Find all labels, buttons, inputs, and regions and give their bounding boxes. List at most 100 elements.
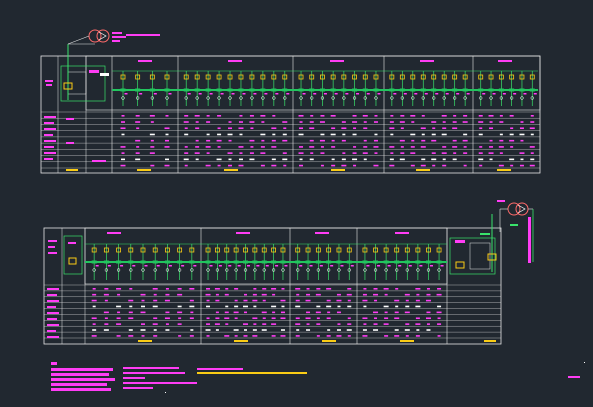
upper-cell-27-4	[431, 139, 437, 142]
upper-cell-25-5	[410, 146, 415, 148]
upper-incomer-tag	[89, 70, 99, 73]
upper-cell-7-4	[206, 139, 211, 142]
upper-cell-11-5	[250, 146, 254, 148]
upper-cell-22-1	[373, 121, 378, 123]
lower-feeder-tag-32	[440, 265, 444, 267]
lower-cell-22-7	[327, 329, 331, 331]
upper-cell-34-3	[509, 133, 514, 136]
upper-cell-2-5	[136, 146, 140, 148]
upper-cell-3-1	[150, 121, 154, 123]
upper-cell-19-7	[341, 158, 346, 161]
lower-cell-15-3	[253, 305, 257, 308]
upper-feeder-node-1	[120, 88, 126, 92]
upper-feeder-tag-19	[345, 93, 349, 95]
upper-feeder-tag-32	[492, 93, 496, 95]
lower-cell-5-6	[141, 323, 145, 325]
upper-feeder-node-31	[478, 88, 484, 92]
upper-cell-35-8	[519, 164, 524, 167]
upper-cell-23-6	[390, 152, 394, 154]
lower-feeder-node-9	[189, 260, 195, 264]
upper-cell-31-7	[478, 158, 484, 161]
upper-feeder-tag-2	[139, 93, 143, 95]
notes-highlight-a	[197, 368, 243, 370]
upper-feeder-tag-21	[366, 93, 370, 95]
upper-cell-34-2	[510, 127, 514, 130]
upper-cell-10-7	[238, 158, 243, 161]
lower-cell-1-7	[92, 329, 97, 331]
lower-cell-1-6	[92, 323, 96, 325]
lower-cell-4-0	[129, 288, 133, 290]
upper-cell-2-7	[135, 158, 141, 161]
notes-heading	[51, 362, 57, 365]
lower-cell-6-2	[153, 299, 158, 302]
cad-drawing-canvas[interactable]	[0, 0, 593, 407]
upper-cell-23-0	[390, 115, 394, 117]
notes-line-3	[51, 378, 115, 381]
drawing-svg[interactable]	[0, 0, 593, 407]
lower-feeder-node-25	[362, 260, 368, 264]
upper-feeder-tag-3	[153, 93, 157, 95]
lower-cell-13-7	[233, 329, 239, 331]
upper-feeder-tag-27	[435, 93, 439, 95]
lower-cell-12-3	[225, 305, 229, 308]
lower-cell-17-6	[271, 323, 277, 325]
upper-cell-30-3	[463, 133, 468, 136]
upper-cell-20-1	[352, 121, 358, 123]
lower-cell-14-8	[243, 335, 248, 337]
upper-cell-11-2	[250, 127, 254, 130]
upper-cell-28-0	[441, 115, 447, 117]
lower-cell-16-2	[262, 299, 266, 302]
upper-cell-30-5	[463, 146, 467, 148]
lower-cell-14-3	[243, 305, 248, 308]
lower-cell-16-0	[262, 288, 267, 290]
upper-feeder-tag-9	[231, 93, 235, 95]
upper-cell-7-1	[206, 121, 211, 123]
upper-cell-12-5	[260, 146, 265, 148]
upper-cell-31-0	[478, 115, 483, 117]
lower-cell-29-7	[404, 329, 410, 331]
upper-cell-15-8	[299, 164, 304, 167]
upper-cell-20-5	[353, 146, 357, 148]
lower-cell-23-3	[337, 305, 341, 308]
lower-cell-29-6	[405, 323, 410, 325]
lower-cell-6-5	[153, 317, 158, 320]
upper-cell-10-8	[238, 164, 244, 167]
upper-cell-16-4	[309, 139, 314, 142]
upper-cell-6-0	[194, 115, 200, 117]
upper-feeder-node-24	[399, 88, 405, 92]
lower-feeder-node-10	[205, 260, 211, 264]
upper-cell-29-6	[453, 152, 457, 154]
upper-cell-14-2	[283, 127, 287, 130]
upper-cell-21-7	[363, 158, 367, 161]
lower-cell-24-3	[347, 305, 352, 308]
upper-cell-25-4	[411, 139, 415, 142]
upper-cell-16-5	[309, 146, 315, 148]
lower-feeder-tag-4	[132, 265, 136, 267]
upper-feeder-node-26	[420, 88, 426, 92]
upper-cell-27-6	[431, 152, 436, 154]
lower-cell-30-0	[415, 288, 421, 290]
upper-cell-32-1	[489, 121, 493, 123]
upper-cell-7-6	[206, 152, 210, 154]
lower-cell-25-8	[362, 335, 368, 337]
upper-cell-21-4	[363, 139, 367, 142]
lower-cell-30-6	[415, 323, 421, 325]
upper-cell-9-8	[228, 164, 233, 167]
upper-cell-22-3	[374, 133, 378, 136]
lower-feeder-node-12	[224, 260, 230, 264]
lower-cell-27-0	[383, 288, 389, 290]
upper-cell-36-2	[529, 127, 535, 130]
upper-cell-4-3	[165, 133, 169, 136]
lower-cell-22-8	[326, 335, 331, 337]
lower-cell-8-8	[178, 335, 182, 337]
upper-cell-33-5	[498, 146, 504, 148]
lower-cell-5-8	[141, 335, 145, 337]
lower-feeder-node-21	[315, 260, 321, 264]
lower-feeder-tag-13	[237, 265, 241, 267]
lower-feeder-tag-20	[309, 265, 313, 267]
upper-cell-22-4	[373, 139, 378, 142]
lower-cell-32-6	[437, 323, 442, 325]
upper-incomer-tag-2	[100, 73, 109, 76]
lower-cell-14-7	[244, 329, 247, 331]
lower-cell-11-4	[215, 311, 219, 314]
